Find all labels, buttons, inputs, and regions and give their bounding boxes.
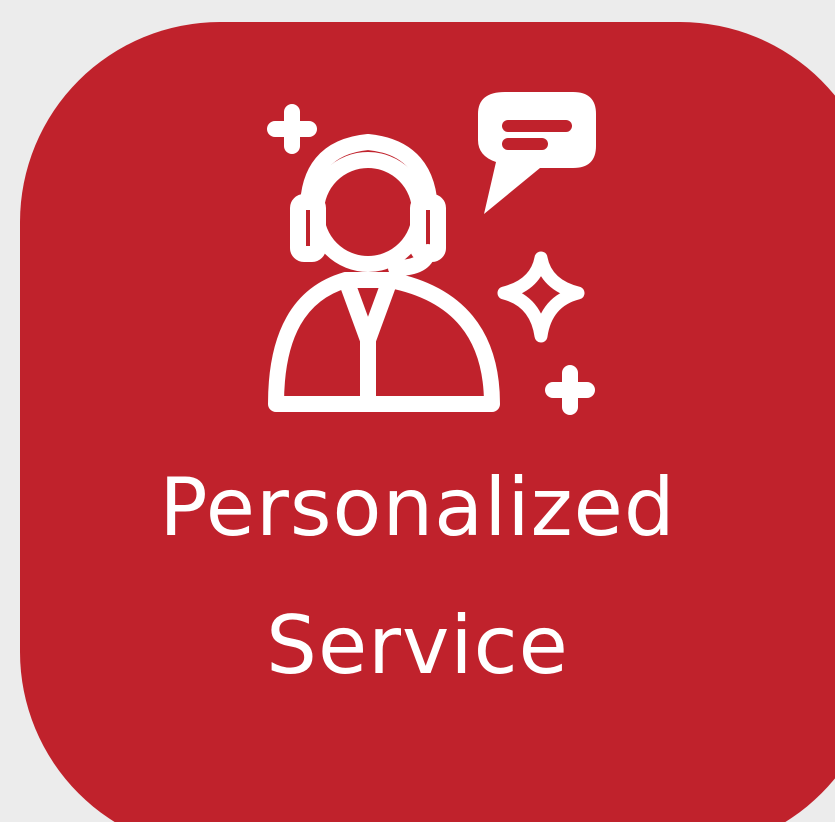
card-title-line-2: Service [266, 599, 569, 692]
plus-sparkle-icon [545, 365, 595, 415]
star-sparkle-icon [497, 251, 585, 343]
plus-sparkle-icon [267, 104, 317, 154]
card-title-line-1: Personalized [159, 461, 676, 554]
page: Personalized Service [0, 0, 835, 822]
head-icon [308, 152, 428, 272]
chat-bubble-icon [478, 92, 596, 214]
customer-service-agent-icon [267, 92, 596, 415]
